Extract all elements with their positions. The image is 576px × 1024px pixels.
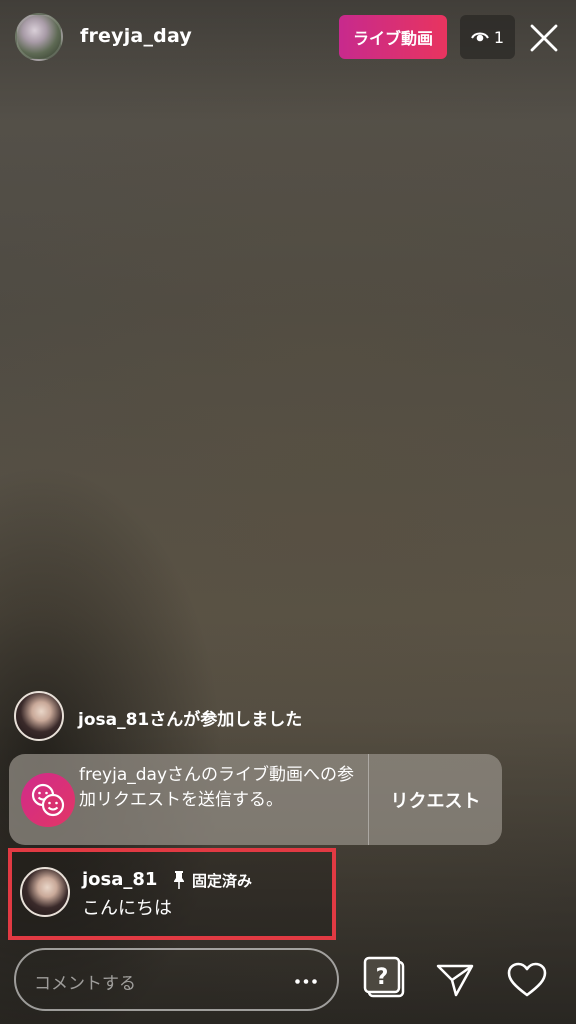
svg-text:?: ? [376, 965, 389, 990]
question-icon[interactable]: ? [362, 955, 408, 1001]
live-badge: ライブ動画 [339, 15, 447, 59]
comment-placeholder: コメントする [34, 974, 136, 994]
host-username[interactable]: freyja_day [80, 25, 192, 47]
join-notification: josa_81さんが参加しました [14, 691, 576, 741]
close-icon[interactable] [527, 21, 561, 55]
request-button[interactable]: リクエスト [369, 754, 502, 845]
comment-input[interactable]: コメントする [14, 948, 339, 1011]
pin-icon [174, 871, 184, 889]
eye-icon [471, 32, 489, 42]
avatar [20, 867, 70, 917]
live-header: freyja_day ライブ動画 1 [0, 12, 576, 64]
join-request-card: freyja_dayさんのライブ動画への参加リクエストを送信する。 リクエスト [9, 754, 502, 845]
pinned-comment-username: josa_81 [82, 869, 158, 890]
viewer-count: 1 [493, 27, 505, 47]
request-message: freyja_dayさんのライブ動画への参加リクエストを送信する。 [79, 765, 355, 810]
host-avatar[interactable] [15, 13, 63, 61]
pinned-comment[interactable]: josa_81 固定済み こんにちは [8, 848, 336, 940]
send-icon[interactable] [435, 962, 475, 998]
more-icon[interactable] [295, 979, 317, 984]
faces-icon [31, 783, 65, 817]
pinned-comment-message: こんにちは [82, 898, 172, 919]
avatar [14, 691, 64, 741]
pinned-label: 固定済み [192, 872, 253, 890]
heart-icon[interactable] [507, 962, 547, 998]
join-message: josa_81さんが参加しました [78, 710, 303, 730]
viewer-count-button[interactable]: 1 [460, 15, 515, 59]
request-icon-circle [21, 773, 75, 827]
